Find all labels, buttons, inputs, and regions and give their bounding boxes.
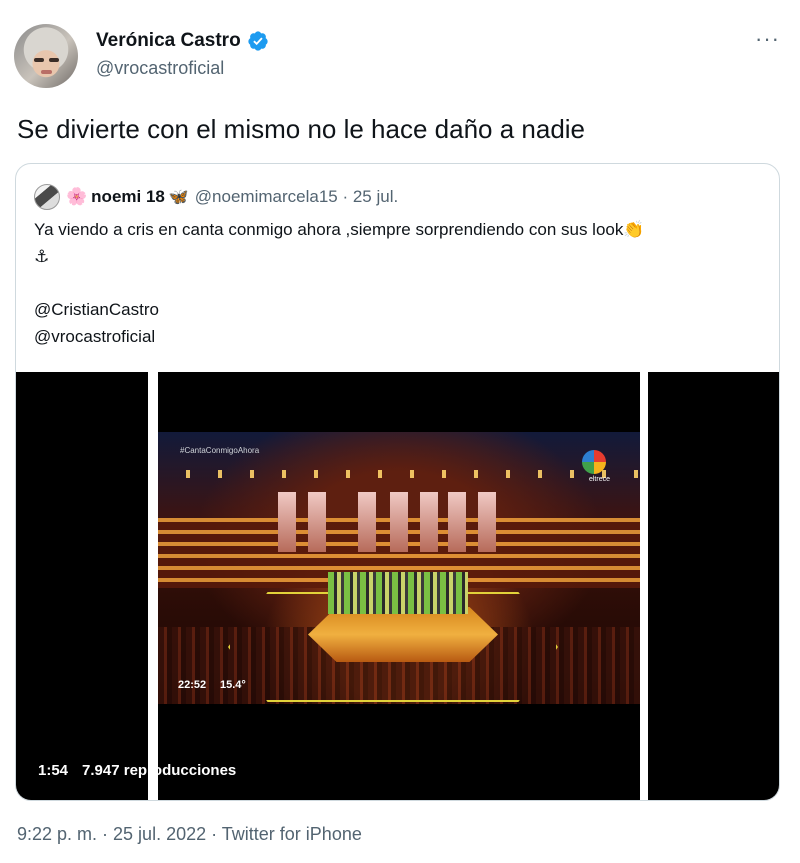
mention-cristian[interactable]: @CristianCastro	[34, 296, 764, 323]
quoted-avatar[interactable]	[34, 184, 60, 210]
video-player[interactable]: #CantaConmigoAhora eltrece 22:52 15.4° 1…	[16, 372, 779, 800]
anchor-emoji-icon: ⚓	[34, 247, 50, 266]
clap-emoji-icon: 👏	[623, 220, 645, 239]
stage-tower	[358, 492, 376, 552]
author-avatar[interactable]	[14, 24, 78, 88]
butterfly-emoji-icon: 🦋	[168, 189, 189, 206]
more-options-icon[interactable]: ···	[755, 28, 780, 50]
video-stage-image	[158, 432, 640, 704]
quoted-display-name: noemi 18	[91, 187, 165, 206]
tweet-header: Verónica Castro @vrocastroficial ···	[14, 22, 786, 92]
video-views: 7.947 reproducciones	[82, 762, 237, 779]
quoted-header: 🌸 noemi 18 🦋 @noemimarcela15 · 25 jul.	[34, 184, 398, 210]
avatar-eye-right	[49, 58, 59, 62]
quoted-handle-date[interactable]: @noemimarcela15 · 25 jul.	[195, 187, 398, 207]
verified-badge-icon	[248, 31, 268, 51]
avatar-eye-left	[34, 58, 44, 62]
author-name-row: Verónica Castro	[96, 30, 269, 52]
video-clock: 22:52	[178, 679, 207, 691]
quoted-line-1: Ya viendo a cris en canta conmigo ahora …	[34, 216, 764, 243]
flower-emoji-icon: 🌸	[66, 187, 88, 206]
author-handle[interactable]: @vrocastroficial	[96, 58, 269, 79]
stage-floor	[308, 607, 498, 662]
quoted-text: Ya viendo a cris en canta conmigo ahora …	[34, 216, 764, 350]
author-display-name[interactable]: Verónica Castro	[96, 30, 241, 52]
video-frame-right	[648, 372, 779, 800]
avatar-lips	[41, 70, 52, 74]
stage-lights	[158, 470, 640, 478]
quoted-line-1-text: Ya viendo a cris en canta conmigo ahora …	[34, 220, 624, 239]
stage-tower	[278, 492, 296, 552]
channel-logo-label: eltrece	[588, 476, 610, 483]
stage-tower	[478, 492, 496, 552]
video-temperature: 15.4°	[220, 679, 246, 691]
stage-tower	[390, 492, 408, 552]
video-info: 1:54 7.947 reproducciones	[38, 762, 236, 779]
video-duration: 1:54	[38, 762, 69, 779]
author-info: Verónica Castro @vrocastroficial	[96, 30, 269, 79]
video-frame-left	[16, 372, 148, 800]
quoted-blank-line	[34, 270, 764, 296]
video-screen[interactable]: #CantaConmigoAhora eltrece 22:52 15.4°	[158, 372, 640, 800]
stage-tower	[420, 492, 438, 552]
quoted-tweet[interactable]: 🌸 noemi 18 🦋 @noemimarcela15 · 25 jul. Y…	[15, 163, 780, 801]
video-hashtag: #CantaConmigoAhora	[180, 446, 260, 455]
stage-tower	[448, 492, 466, 552]
performers	[328, 572, 468, 614]
quoted-name[interactable]: 🌸 noemi 18 🦋	[66, 187, 189, 207]
tweet-text: Se divierte con el mismo no le hace daño…	[17, 114, 586, 144]
stage-tower	[308, 492, 326, 552]
channel-logo-icon	[582, 450, 606, 474]
mention-vrocastroficial[interactable]: @vrocastroficial	[34, 323, 764, 350]
tweet-timestamp[interactable]: 9:22 p. m. · 25 jul. 2022 · Twitter for …	[17, 824, 362, 845]
